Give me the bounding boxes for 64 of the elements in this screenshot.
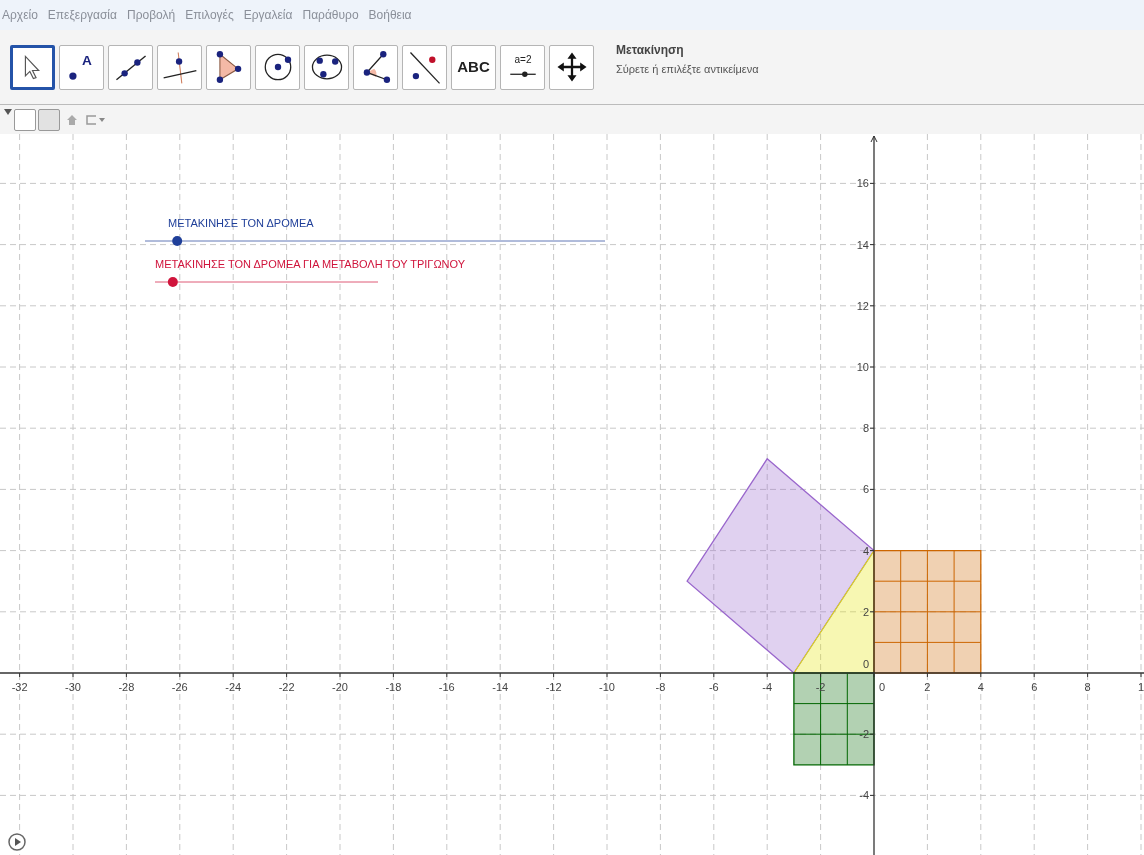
tool-button[interactable] [255,44,300,90]
slider-thumb[interactable] [167,277,178,287]
tool-button[interactable] [304,44,349,90]
axis-tick-label: -16 [438,681,455,693]
tool-button[interactable] [206,44,251,90]
menu-item[interactable]: Εργαλεία [243,6,293,24]
square-shape[interactable] [686,457,875,674]
axis-tick-label: 4 [977,681,984,693]
axis-tick-label: -12 [545,681,562,693]
play-icon[interactable] [8,833,26,851]
menu-item[interactable]: Προβολή [126,6,176,24]
axis-tick-label: 0 [862,658,869,670]
axis-tick-label: 8 [1084,681,1091,693]
axis-tick-label: 6 [1031,681,1038,693]
square-shape[interactable] [793,672,875,766]
axis-tick-label: -26 [171,681,188,693]
undo-icon[interactable] [84,113,106,126]
axis-tick-label: -10 [599,681,615,693]
axis-tick-label: -18 [385,681,402,693]
axis-tick-label: -4 [762,681,773,693]
axis-tick-label: 8 [862,422,869,435]
axis-tick-label: 6 [862,483,869,496]
axis-tick-label: -24 [225,681,242,693]
axis-tick-label: 2 [924,681,931,693]
menu-item[interactable]: Βοήθεια [368,6,412,24]
slider-track[interactable] [154,277,379,287]
axis-tick-label: 2 [862,605,869,618]
slider-label: ΜΕΤΑΚΙΝΗΣΕ ΤΟΝ ΔΡΟΜΕΑ [168,217,314,229]
axis-tick-label: -14 [492,681,509,693]
square-shape[interactable] [873,549,982,674]
axis-tick-label: -30 [65,681,81,693]
axis-tick-label: -28 [118,681,135,693]
axis-tick-label: -22 [278,681,295,693]
axis-tick-label: 4 [862,544,869,557]
axis-tick-label: 10 [856,361,869,373]
tool-button[interactable] [157,44,202,90]
menu-item[interactable]: Επεξεργασία [47,6,117,24]
axis-tick-label: -32 [11,681,28,693]
axis-tick-label: 16 [856,177,869,190]
menu-item[interactable]: Επιλογές [185,6,234,24]
tool-button[interactable] [353,44,398,90]
axis-tick-label: -6 [708,681,719,693]
axis-tick-label: -20 [332,681,348,693]
tool-button[interactable] [10,44,55,90]
axis-tick-label: -8 [655,681,666,693]
tool-button[interactable] [549,44,594,90]
slider-label: ΜΕΤΑΚΙΝΗΣΕ ΤΟΝ ΔΡΟΜΕΑ ΓΙΑ ΜΕΤΑΒΟΛΗ ΤΟΥ ΤΡΙΓΩΝΟΥ [155,258,466,270]
slider-thumb[interactable] [172,236,183,246]
tool-hint: Σύρετε ή επιλέξτε αντικείμενα [616,61,759,77]
axis-tick-label: 1 [1137,681,1144,693]
graphic-view-button[interactable] [14,108,36,131]
grid-button[interactable] [38,108,60,131]
tool-button[interactable]: ABC [451,44,496,90]
tool-button[interactable] [108,44,153,90]
tool-name: Μετακίνηση [616,41,685,59]
menu-item[interactable]: Αρχείο [2,6,38,24]
menu-item[interactable]: Παράθυρο [302,6,359,24]
axis-tick-label: 14 [856,238,869,251]
axis-tick-label: 0 [878,681,886,693]
axis-tick-label: 12 [856,299,869,312]
slider-track[interactable] [144,236,606,246]
collapse-icon[interactable] [4,109,12,115]
axis-tick-label: -4 [859,789,869,802]
tool-button[interactable] [402,44,447,90]
